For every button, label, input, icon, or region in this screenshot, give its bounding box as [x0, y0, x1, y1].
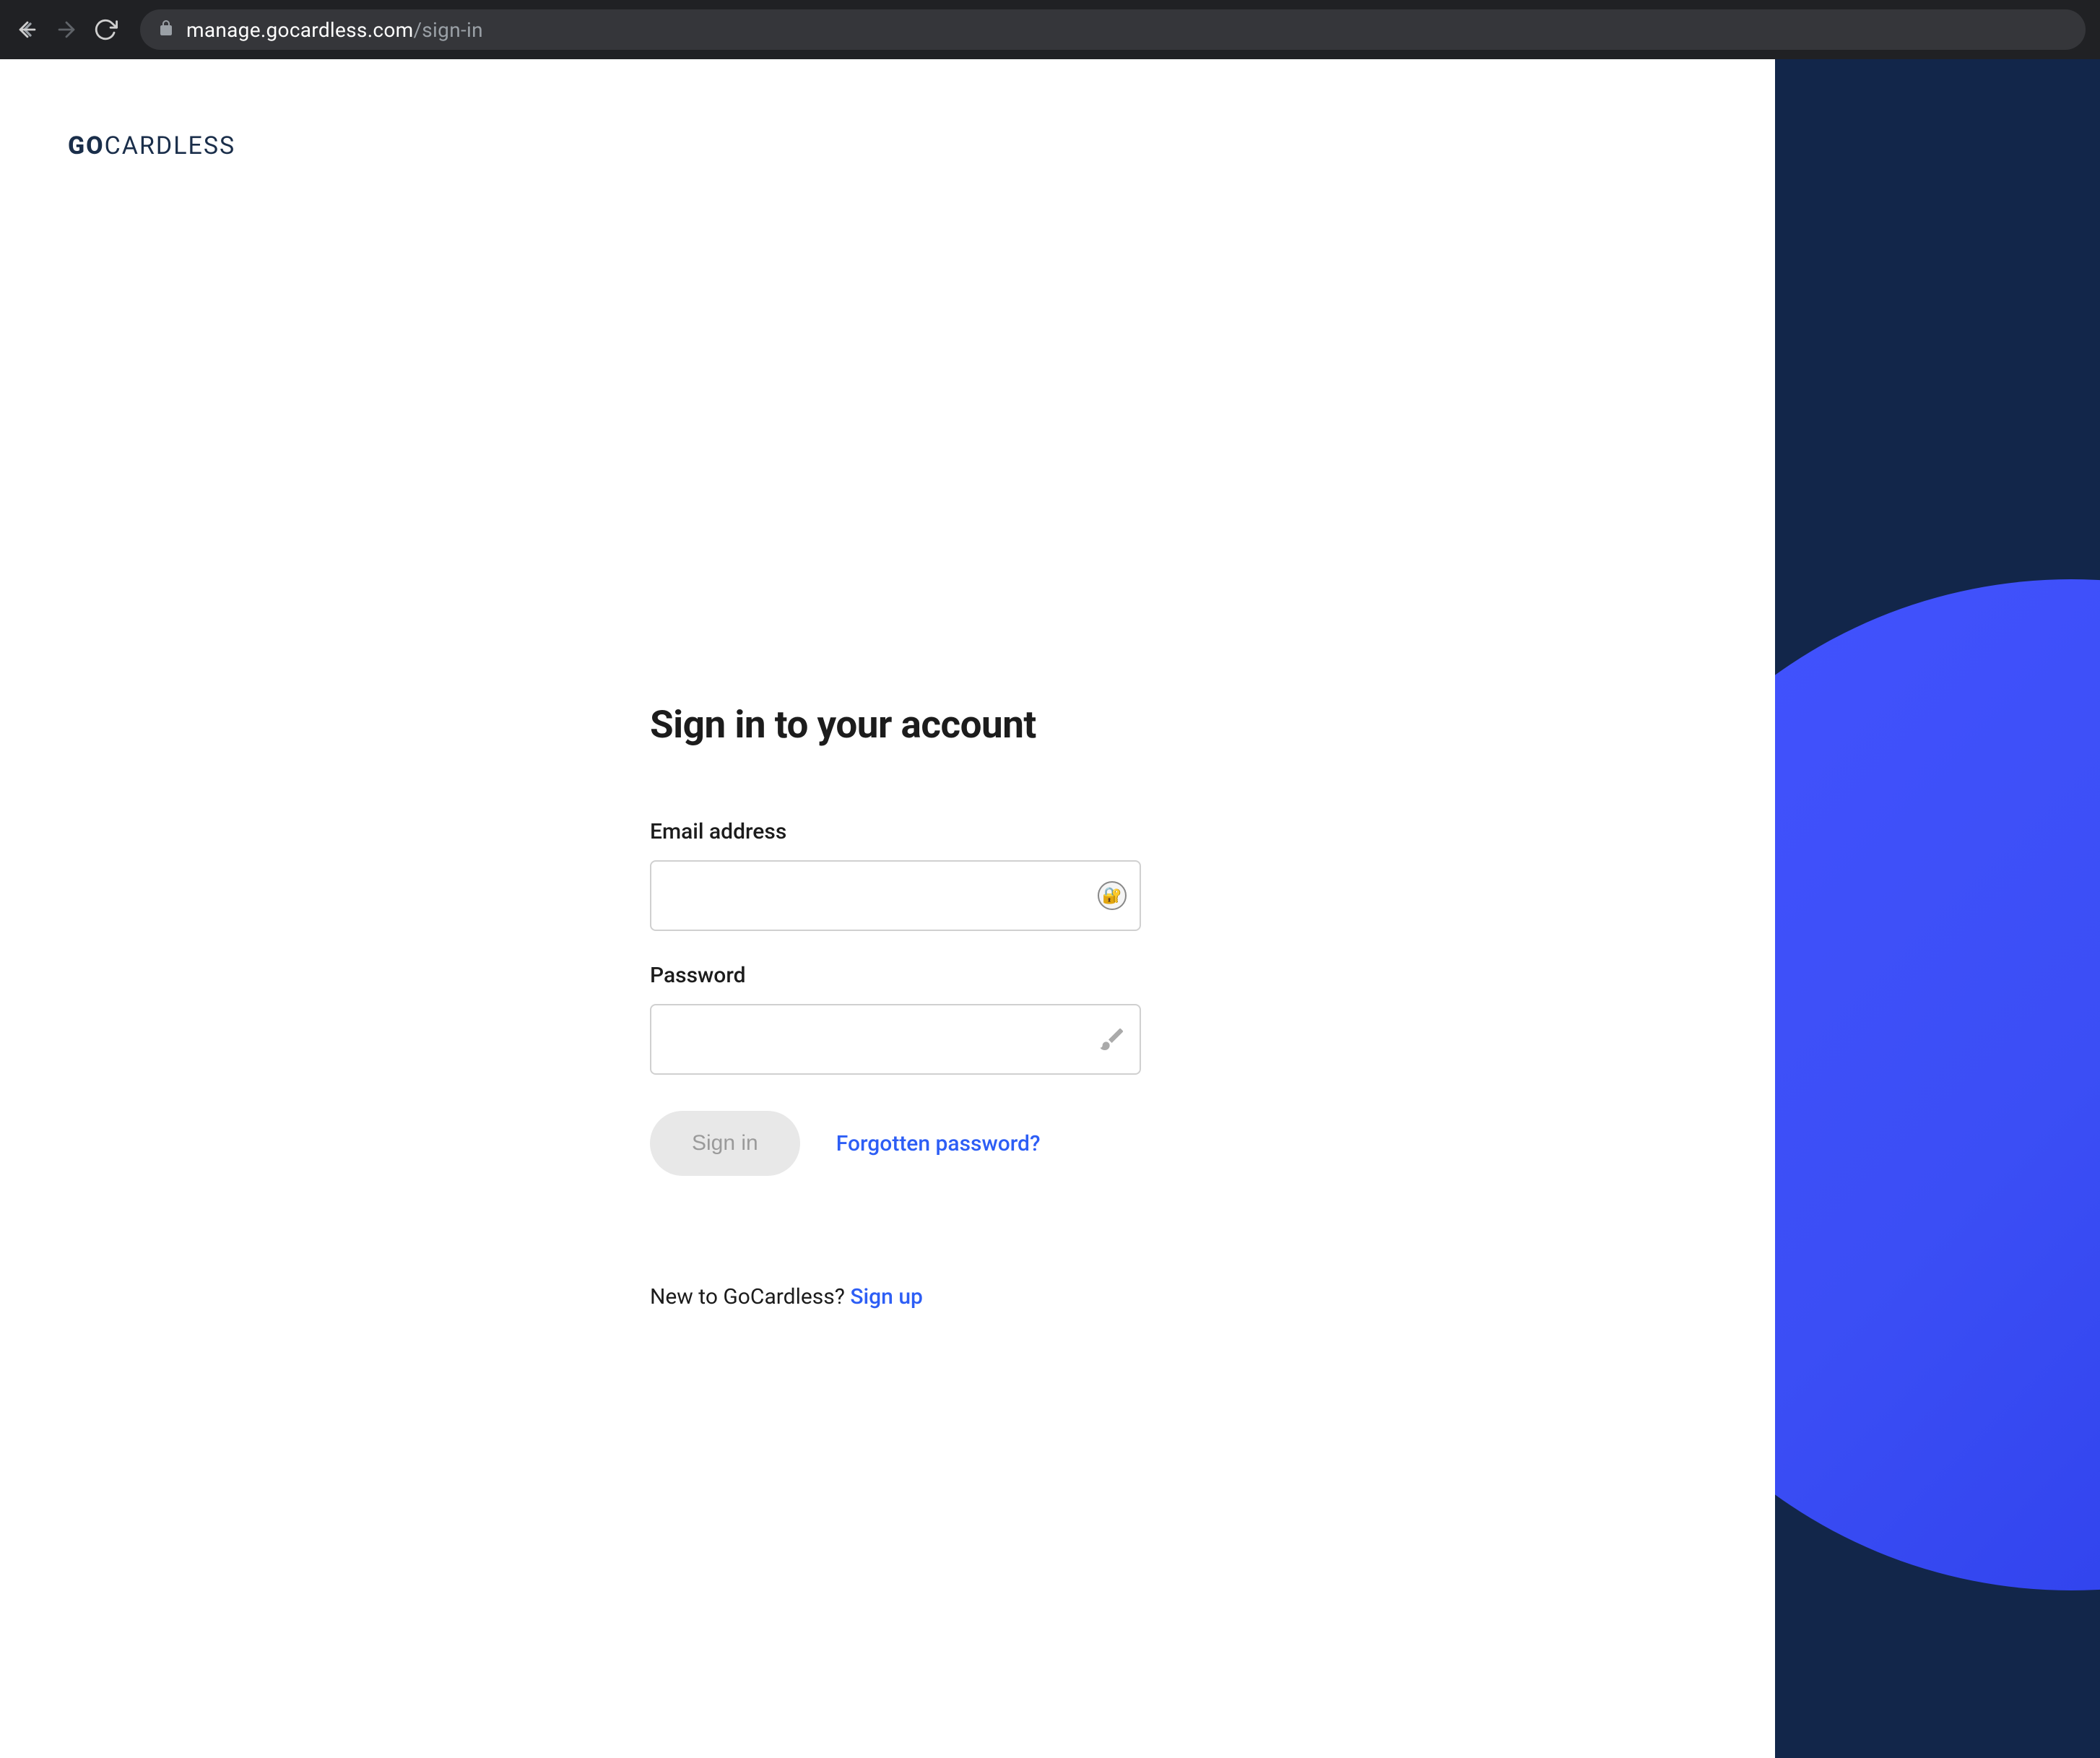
address-bar[interactable]: manage.gocardless.com/sign-in — [140, 9, 2086, 50]
right-decorative-panel — [1775, 59, 2100, 1758]
reload-icon — [93, 17, 118, 42]
key-icon[interactable] — [1098, 1025, 1127, 1054]
action-row: Sign in Forgotten password? — [650, 1111, 1141, 1176]
password-field[interactable] — [650, 1004, 1141, 1075]
signup-prefix: New to GoCardless? — [650, 1284, 850, 1309]
nav-back-button[interactable] — [14, 17, 40, 43]
email-input-wrapper: 🔐 — [650, 860, 1141, 931]
reload-button[interactable] — [92, 17, 118, 43]
credential-manager-icon[interactable]: 🔐 — [1098, 881, 1127, 910]
signup-row: New to GoCardless? Sign up — [650, 1284, 1141, 1309]
left-panel: GOCARDLESS Sign in to your account Email… — [0, 59, 1775, 1758]
forgot-password-link[interactable]: Forgotten password? — [836, 1131, 1041, 1156]
password-label: Password — [650, 963, 1141, 988]
page-title: Sign in to your account — [650, 702, 1141, 747]
nav-forward-button[interactable] — [53, 17, 79, 43]
arrow-right-icon — [54, 17, 79, 42]
arrow-left-icon — [15, 17, 40, 42]
signup-link[interactable]: Sign up — [850, 1284, 923, 1309]
url-text: manage.gocardless.com/sign-in — [186, 18, 483, 42]
browser-chrome: manage.gocardless.com/sign-in — [0, 0, 2100, 59]
signin-form: Sign in to your account Email address 🔐 … — [650, 702, 1141, 1309]
email-group: Email address 🔐 — [650, 819, 1141, 931]
email-label: Email address — [650, 819, 1141, 844]
signin-button[interactable]: Sign in — [650, 1111, 800, 1176]
password-input-wrapper — [650, 1004, 1141, 1075]
decorative-blob — [1775, 579, 2100, 1590]
password-group: Password — [650, 963, 1141, 1075]
page-container: GOCARDLESS Sign in to your account Email… — [0, 59, 2100, 1758]
logo: GOCARDLESS — [68, 131, 235, 160]
lock-icon — [157, 20, 175, 40]
email-field[interactable] — [650, 860, 1141, 931]
